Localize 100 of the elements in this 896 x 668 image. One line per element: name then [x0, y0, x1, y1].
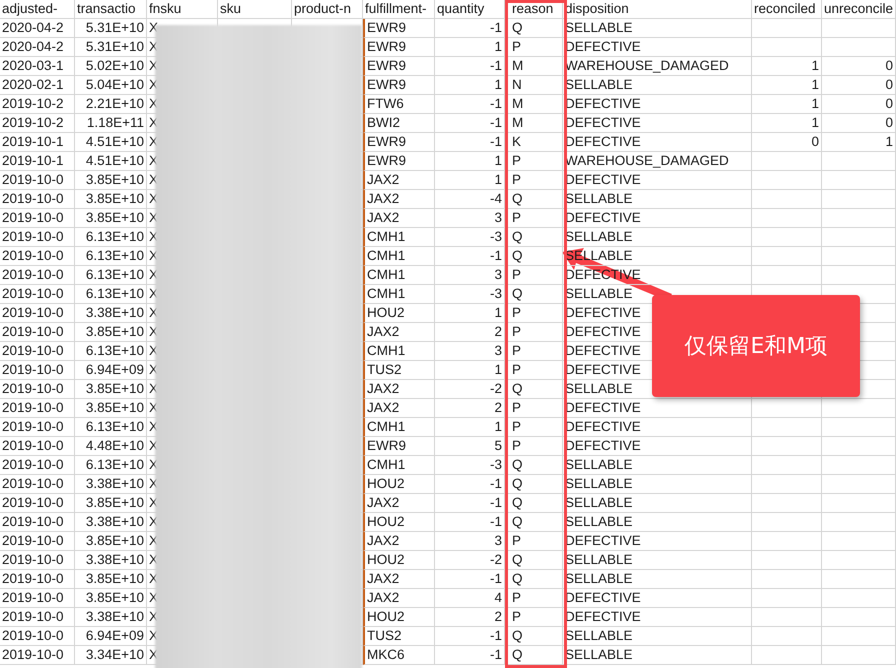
table-cell: -1: [435, 513, 505, 532]
table-cell: 2019-10-0: [0, 361, 75, 380]
table-cell: 3.38E+10: [75, 608, 147, 627]
table-cell: [752, 190, 822, 209]
column-header: transactio: [75, 0, 147, 19]
table-cell: 2.21E+10: [75, 95, 147, 114]
table-cell: 3.85E+10: [75, 532, 147, 551]
table-cell: M: [505, 57, 563, 76]
table-cell: P: [505, 437, 563, 456]
table-cell: Q: [505, 285, 563, 304]
table-cell: 3.85E+10: [75, 380, 147, 399]
table-cell: P: [505, 608, 563, 627]
table-cell: [752, 209, 822, 228]
table-cell: DEFECTIVE: [563, 437, 752, 456]
table-cell: 2019-10-0: [0, 323, 75, 342]
table-cell: SELLABLE: [563, 19, 752, 38]
table-cell: 2019-10-0: [0, 285, 75, 304]
table-cell: 6.13E+10: [75, 418, 147, 437]
table-cell: 2019-10-0: [0, 399, 75, 418]
table-cell: DEFECTIVE: [563, 532, 752, 551]
table-cell: [752, 513, 822, 532]
table-cell: P: [505, 532, 563, 551]
table-cell: 4.48E+10: [75, 437, 147, 456]
table-cell: SELLABLE: [563, 570, 752, 589]
table-cell: 1: [822, 133, 896, 152]
column-header: adjusted-: [0, 0, 75, 19]
table-cell: P: [505, 266, 563, 285]
table-cell: 6.13E+10: [75, 228, 147, 247]
table-cell: 2019-10-0: [0, 532, 75, 551]
table-cell: 4.51E+10: [75, 133, 147, 152]
table-cell: 2019-10-0: [0, 551, 75, 570]
table-cell: 2: [435, 608, 505, 627]
table-cell: Q: [505, 494, 563, 513]
table-cell: [752, 494, 822, 513]
table-cell: 3.85E+10: [75, 570, 147, 589]
table-cell: DEFECTIVE: [563, 171, 752, 190]
column-header: fulfillment-: [363, 0, 435, 19]
table-cell: 5.02E+10: [75, 57, 147, 76]
table-cell: [752, 475, 822, 494]
table-cell: 2019-10-0: [0, 627, 75, 646]
table-cell: 6.94E+09: [75, 361, 147, 380]
table-cell: 2019-10-0: [0, 589, 75, 608]
table-cell: 3.85E+10: [75, 494, 147, 513]
table-cell: 5: [435, 437, 505, 456]
table-cell: DEFECTIVE: [563, 133, 752, 152]
table-cell: N: [505, 76, 563, 95]
table-cell: 1: [435, 418, 505, 437]
table-cell: 2019-10-0: [0, 228, 75, 247]
table-cell: -3: [435, 285, 505, 304]
table-cell: 0: [822, 95, 896, 114]
table-cell: P: [505, 361, 563, 380]
table-cell: 3: [435, 532, 505, 551]
table-cell: 2019-10-1: [0, 152, 75, 171]
table-cell: 2019-10-0: [0, 646, 75, 665]
table-cell: 2019-10-2: [0, 114, 75, 133]
table-cell: 1.18E+11: [75, 114, 147, 133]
table-cell: [752, 152, 822, 171]
table-cell: 2020-04-2: [0, 19, 75, 38]
table-cell: 5.31E+10: [75, 38, 147, 57]
table-cell: -4: [435, 190, 505, 209]
column-header: fnsku: [147, 0, 218, 19]
table-cell: 2: [435, 399, 505, 418]
table-cell: M: [505, 114, 563, 133]
table-cell: WAREHOUSE_DAMAGED: [563, 57, 752, 76]
table-cell: [752, 171, 822, 190]
table-cell: DEFECTIVE: [563, 589, 752, 608]
column-header: product-n: [292, 0, 363, 19]
table-cell: -1: [435, 475, 505, 494]
table-cell: 2019-10-0: [0, 608, 75, 627]
table-cell: 2019-10-0: [0, 190, 75, 209]
table-cell: P: [505, 171, 563, 190]
table-cell: 6.13E+10: [75, 285, 147, 304]
table-cell: SELLABLE: [563, 456, 752, 475]
table-cell: 3.38E+10: [75, 304, 147, 323]
table-cell: 1: [435, 361, 505, 380]
table-cell: 3.34E+10: [75, 646, 147, 665]
table-cell: -2: [435, 551, 505, 570]
table-cell: Q: [505, 475, 563, 494]
table-cell: SELLABLE: [563, 190, 752, 209]
table-cell: 1: [435, 152, 505, 171]
table-cell: Q: [505, 551, 563, 570]
table-cell: 3.85E+10: [75, 190, 147, 209]
table-cell: 2019-10-0: [0, 456, 75, 475]
table-cell: P: [505, 209, 563, 228]
table-cell: 3: [435, 266, 505, 285]
table-cell: 2019-10-0: [0, 570, 75, 589]
table-cell: 3.38E+10: [75, 475, 147, 494]
table-cell: [752, 608, 822, 627]
table-cell: 1: [752, 57, 822, 76]
table-cell: 1: [435, 76, 505, 95]
table-cell: 4.51E+10: [75, 152, 147, 171]
table-cell: 1: [752, 114, 822, 133]
table-cell: DEFECTIVE: [563, 95, 752, 114]
table-cell: 3.38E+10: [75, 513, 147, 532]
table-cell: 5.04E+10: [75, 76, 147, 95]
table-cell: 3.85E+10: [75, 323, 147, 342]
table-cell: Q: [505, 570, 563, 589]
table-cell: -3: [435, 228, 505, 247]
table-cell: 2020-02-1: [0, 76, 75, 95]
table-cell: Q: [505, 19, 563, 38]
